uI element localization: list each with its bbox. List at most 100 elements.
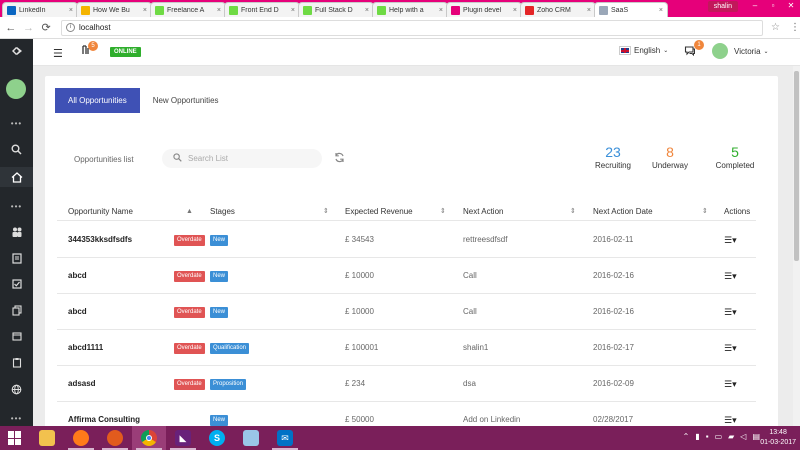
more-dots-icon[interactable]: •••	[0, 116, 33, 130]
user-menu[interactable]: Victoria ⌄	[712, 43, 769, 59]
search-input[interactable]: Search List	[162, 149, 322, 168]
taskbar-firefox[interactable]	[64, 426, 98, 450]
more-dots-icon-2[interactable]: •••	[0, 199, 33, 213]
clipboard-icon[interactable]	[0, 355, 33, 369]
back-icon[interactable]: ←	[4, 21, 18, 35]
row-actions-menu-icon[interactable]: ☰▾	[724, 366, 737, 402]
maximize-icon[interactable]: ▫	[764, 0, 782, 12]
tab-close-icon[interactable]: ×	[217, 7, 221, 14]
language-selector[interactable]: English ⌄	[619, 46, 668, 55]
sidebar-avatar[interactable]	[6, 79, 26, 99]
scrollbar-thumb[interactable]	[794, 71, 799, 261]
page-scrollbar[interactable]	[793, 66, 800, 426]
calendar-icon[interactable]	[0, 329, 33, 343]
taskbar-visual-studio[interactable]: ◣	[166, 426, 200, 450]
tab-close-icon[interactable]: ×	[365, 7, 369, 14]
menu-icon[interactable]: ☰	[53, 47, 63, 60]
volume-icon[interactable]: ◁	[740, 432, 746, 441]
taskbar-chrome[interactable]	[132, 426, 166, 450]
browser-tab[interactable]: Freelance A ×	[150, 2, 226, 17]
home-icon[interactable]	[0, 167, 33, 187]
checkbox-icon[interactable]	[0, 277, 33, 291]
close-window-icon[interactable]: ✕	[782, 0, 800, 12]
browser-tab[interactable]: SaaS ×	[594, 2, 668, 17]
browser-profile-chip[interactable]: shalin	[707, 1, 738, 12]
mail-icon: ✉	[277, 430, 293, 446]
row-actions-menu-icon[interactable]: ☰▾	[724, 258, 737, 294]
tab-close-icon[interactable]: ×	[143, 7, 147, 14]
tray-chevron-icon[interactable]: ⌃	[683, 432, 690, 441]
search-icon[interactable]	[0, 142, 33, 156]
network-icon[interactable]: ▰	[728, 432, 734, 441]
minimize-icon[interactable]: –	[746, 0, 764, 12]
row-actions-menu-icon[interactable]: ☰▾	[724, 330, 737, 366]
tab-all-opportunities[interactable]: All Opportunities	[55, 88, 140, 113]
taskbar-clock[interactable]: 13:48 01-03-2017	[760, 428, 796, 448]
notification-center-icon[interactable]: ▤	[752, 432, 760, 441]
column-header-next-action-date[interactable]: Next Action Date	[593, 202, 653, 221]
copy-icon[interactable]	[0, 303, 33, 317]
browser-tab[interactable]: How We Bu ×	[76, 2, 152, 17]
row-actions-menu-icon[interactable]: ☰▾	[724, 222, 737, 258]
windows-start-button[interactable]	[0, 426, 30, 450]
more-dots-icon-3[interactable]: •••	[0, 411, 33, 425]
globe-icon[interactable]	[0, 382, 33, 396]
column-header-next-action[interactable]: Next Action	[463, 202, 503, 221]
info-icon[interactable]: i	[65, 23, 75, 32]
app-sidebar: ••• ••• •••	[0, 39, 33, 426]
address-bar[interactable]: i localhost	[60, 19, 764, 36]
table-row[interactable]: abcd1111 Overdate Qualification £ 100001 sha…	[57, 330, 756, 366]
opportunity-name[interactable]: abcd1111	[68, 330, 103, 366]
browser-tab[interactable]: Help with a ×	[372, 2, 448, 17]
taskbar-firefox-dev[interactable]	[98, 426, 132, 450]
sort-icon-next-action[interactable]: ⇕	[570, 202, 576, 221]
reload-icon[interactable]: ⟳	[39, 21, 53, 35]
sort-icon-stages[interactable]: ⇕	[323, 202, 329, 221]
table-row[interactable]: abcd Overdate New £ 10000 Call 2016-02-16 ☰▾	[57, 258, 756, 294]
column-header-stages[interactable]: Stages	[210, 202, 235, 221]
search-placeholder: Search List	[188, 154, 229, 163]
tab-close-icon[interactable]: ×	[439, 7, 443, 14]
browser-tab[interactable]: Full Stack D ×	[298, 2, 374, 17]
browser-tab[interactable]: Front End D ×	[224, 2, 300, 17]
table-row[interactable]: abcd Overdate New £ 10000 Call 2016-02-16 ☰▾	[57, 294, 756, 330]
taskbar-notepad[interactable]	[234, 426, 268, 450]
taskbar-skype[interactable]: S	[200, 426, 234, 450]
bookmark-star-icon[interactable]: ☆	[771, 22, 780, 33]
forward-icon[interactable]: →	[22, 21, 36, 35]
tray-app-icon-2[interactable]: ▪	[706, 432, 709, 441]
opportunity-name[interactable]: adsasd	[68, 366, 96, 402]
document-icon[interactable]	[0, 251, 33, 265]
tab-close-icon[interactable]: ×	[513, 7, 517, 14]
taskbar-file-explorer[interactable]	[30, 426, 64, 450]
opportunity-name[interactable]: 344353kksdfsdfs	[68, 222, 132, 258]
table-row[interactable]: 344353kksdfsdfs Overdate New £ 34543 rettree…	[57, 222, 756, 258]
browser-menu-icon[interactable]: ⋮	[790, 22, 800, 33]
browser-tab[interactable]: Plugin devel ×	[446, 2, 522, 17]
tray-app-icon[interactable]: ▮	[695, 432, 699, 441]
sort-icon-revenue[interactable]: ⇕	[440, 202, 446, 221]
refresh-icon[interactable]	[334, 152, 345, 166]
table-header: Opportunity Name ▲ Stages ⇕ Expected Rev…	[57, 202, 756, 221]
tab-new-opportunities[interactable]: New Opportunities	[140, 88, 232, 113]
notepad-icon	[243, 430, 259, 446]
table-row[interactable]: adsasd Overdate Proposition £ 234 dsa 2016-02…	[57, 366, 756, 402]
column-header-expected-revenue[interactable]: Expected Revenue	[345, 202, 413, 221]
sort-icon-date[interactable]: ⇕	[702, 202, 708, 221]
row-actions-menu-icon[interactable]: ☰▾	[724, 294, 737, 330]
users-icon[interactable]	[0, 225, 33, 239]
tab-close-icon[interactable]: ×	[659, 7, 663, 14]
sort-asc-icon[interactable]: ▲	[186, 202, 193, 221]
browser-tab[interactable]: LinkedIn ×	[2, 2, 78, 17]
opportunity-name[interactable]: abcd	[68, 258, 87, 294]
app-logo-icon[interactable]	[0, 44, 33, 58]
tab-close-icon[interactable]: ×	[69, 7, 73, 14]
taskbar-mail[interactable]: ✉	[268, 426, 302, 450]
next-action-date: 2016-02-16	[593, 307, 634, 316]
tab-close-icon[interactable]: ×	[587, 7, 591, 14]
battery-icon[interactable]: ▭	[715, 432, 723, 441]
tab-close-icon[interactable]: ×	[291, 7, 295, 14]
column-header-opportunity-name[interactable]: Opportunity Name	[68, 202, 133, 221]
opportunity-name[interactable]: abcd	[68, 294, 87, 330]
browser-tab[interactable]: Zoho CRM ×	[520, 2, 596, 17]
